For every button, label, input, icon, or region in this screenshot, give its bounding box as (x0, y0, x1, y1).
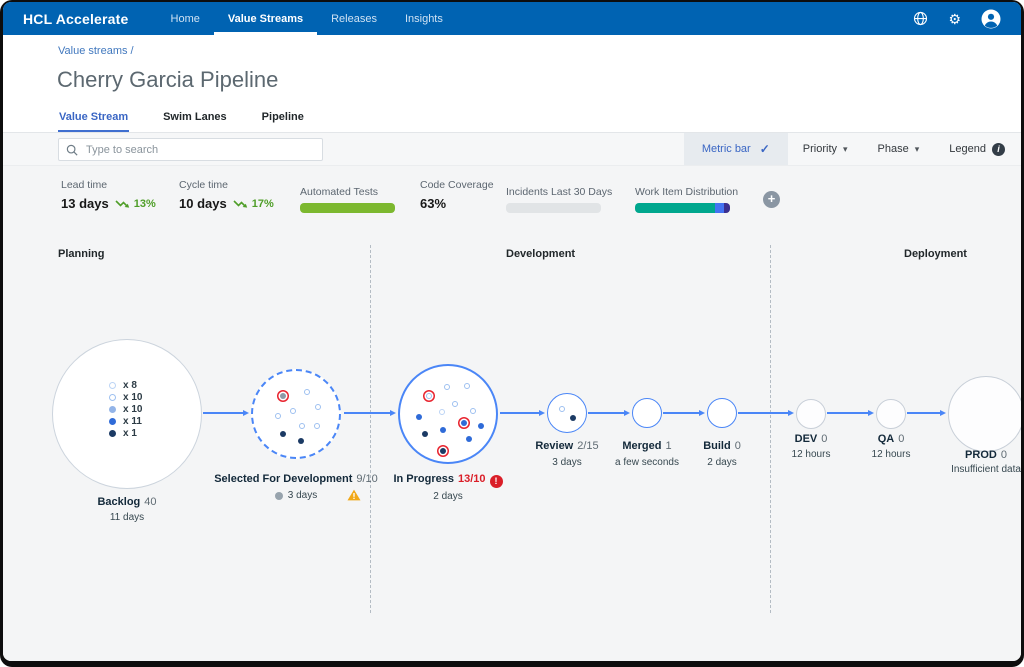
work-item-dot[interactable] (290, 408, 296, 414)
nav-item-value-streams[interactable]: Value Streams (214, 2, 317, 35)
work-item-dot-flagged[interactable] (280, 393, 286, 399)
work-item-dot[interactable] (439, 409, 445, 415)
work-item-dot[interactable] (452, 401, 458, 407)
tab-value-stream[interactable]: Value Stream (58, 105, 129, 132)
stage-circle-prod[interactable] (948, 376, 1021, 452)
work-item-dot[interactable] (444, 384, 450, 390)
work-item-dot[interactable] (304, 389, 310, 395)
work-item-dot[interactable] (298, 438, 304, 444)
stage-circle-qa[interactable] (876, 399, 906, 429)
work-item-dot[interactable] (275, 413, 281, 419)
stage-circle-in-progress[interactable] (398, 364, 498, 464)
work-item-dot[interactable] (299, 423, 305, 429)
work-item-dot-flagged[interactable] (461, 420, 467, 426)
breadcrumb[interactable]: Value streams / (58, 45, 134, 57)
work-item-dot[interactable] (559, 406, 565, 412)
view-tabs: Value Stream Swim Lanes Pipeline (58, 105, 305, 132)
work-item-dot[interactable] (464, 383, 470, 389)
nav-item-releases[interactable]: Releases (317, 2, 391, 35)
top-nav: HCL Accelerate HomeValue StreamsReleases… (3, 2, 1021, 35)
work-item-dot[interactable] (280, 431, 286, 437)
metric-bar-label: Metric bar (702, 143, 751, 155)
stage-circle-build[interactable] (707, 398, 737, 428)
work-item-dot-flagged[interactable] (426, 393, 432, 399)
work-item-dot[interactable] (478, 423, 484, 429)
stage-circle-selected-for-development[interactable] (251, 369, 341, 459)
page-header: Value streams / Cherry Garcia Pipeline V… (3, 35, 1021, 133)
work-item-dot[interactable] (315, 404, 321, 410)
app-brand[interactable]: HCL Accelerate (23, 2, 129, 35)
info-icon: i (992, 143, 1005, 156)
legend-label: Legend (949, 143, 986, 155)
tab-pipeline[interactable]: Pipeline (261, 105, 305, 132)
add-metric-button[interactable]: + (763, 191, 780, 208)
work-item-dot[interactable] (314, 423, 320, 429)
priority-label: Priority (803, 143, 837, 155)
tab-swim-lanes[interactable]: Swim Lanes (162, 105, 228, 132)
stage-circle-merged[interactable] (632, 398, 662, 428)
phase-dropdown[interactable]: Phase ▾ (863, 133, 935, 165)
metric-bar-toggle[interactable]: Metric bar ✓ (684, 133, 788, 165)
user-avatar[interactable] (981, 9, 1001, 29)
check-icon: ✓ (760, 142, 770, 156)
stage-circle-dev[interactable] (796, 399, 826, 429)
hcl-accelerate-app: HCL Accelerate HomeValue StreamsReleases… (3, 2, 1021, 661)
work-item-dot[interactable] (466, 436, 472, 442)
legend-toggle[interactable]: Legend i (934, 133, 1021, 165)
search-box[interactable] (58, 138, 323, 161)
page-title: Cherry Garcia Pipeline (57, 67, 278, 93)
chevron-down-icon: ▾ (843, 144, 848, 155)
primary-nav: HomeValue StreamsReleasesInsights (157, 2, 457, 35)
globe-icon[interactable] (913, 11, 928, 26)
toolbar: Metric bar ✓ Priority ▾ Phase ▾ Legend i (3, 133, 1021, 166)
priority-dropdown[interactable]: Priority ▾ (788, 133, 863, 165)
work-item-dot-flagged[interactable] (440, 448, 446, 454)
work-item-dot[interactable] (422, 431, 428, 437)
nav-utilities: ⚙ (913, 2, 1001, 35)
phase-label: Phase (878, 143, 909, 155)
nav-item-home[interactable]: Home (157, 2, 214, 35)
window-frame: HCL Accelerate HomeValue StreamsReleases… (0, 0, 1024, 667)
work-item-dot[interactable] (470, 408, 476, 414)
settings-gear-icon[interactable]: ⚙ (948, 12, 961, 26)
warning-icon[interactable] (347, 488, 361, 506)
work-item-dot[interactable] (440, 427, 446, 433)
work-item-dot[interactable] (570, 415, 576, 421)
search-icon (66, 144, 78, 156)
stage-circle-review[interactable] (547, 393, 587, 433)
search-input[interactable] (84, 143, 315, 157)
work-item-dot[interactable] (416, 414, 422, 420)
chevron-down-icon: ▾ (915, 144, 920, 155)
nav-item-insights[interactable]: Insights (391, 2, 457, 35)
stage-circle-backlog[interactable] (52, 339, 202, 489)
toolbar-controls: Metric bar ✓ Priority ▾ Phase ▾ Legend i (684, 133, 1021, 165)
